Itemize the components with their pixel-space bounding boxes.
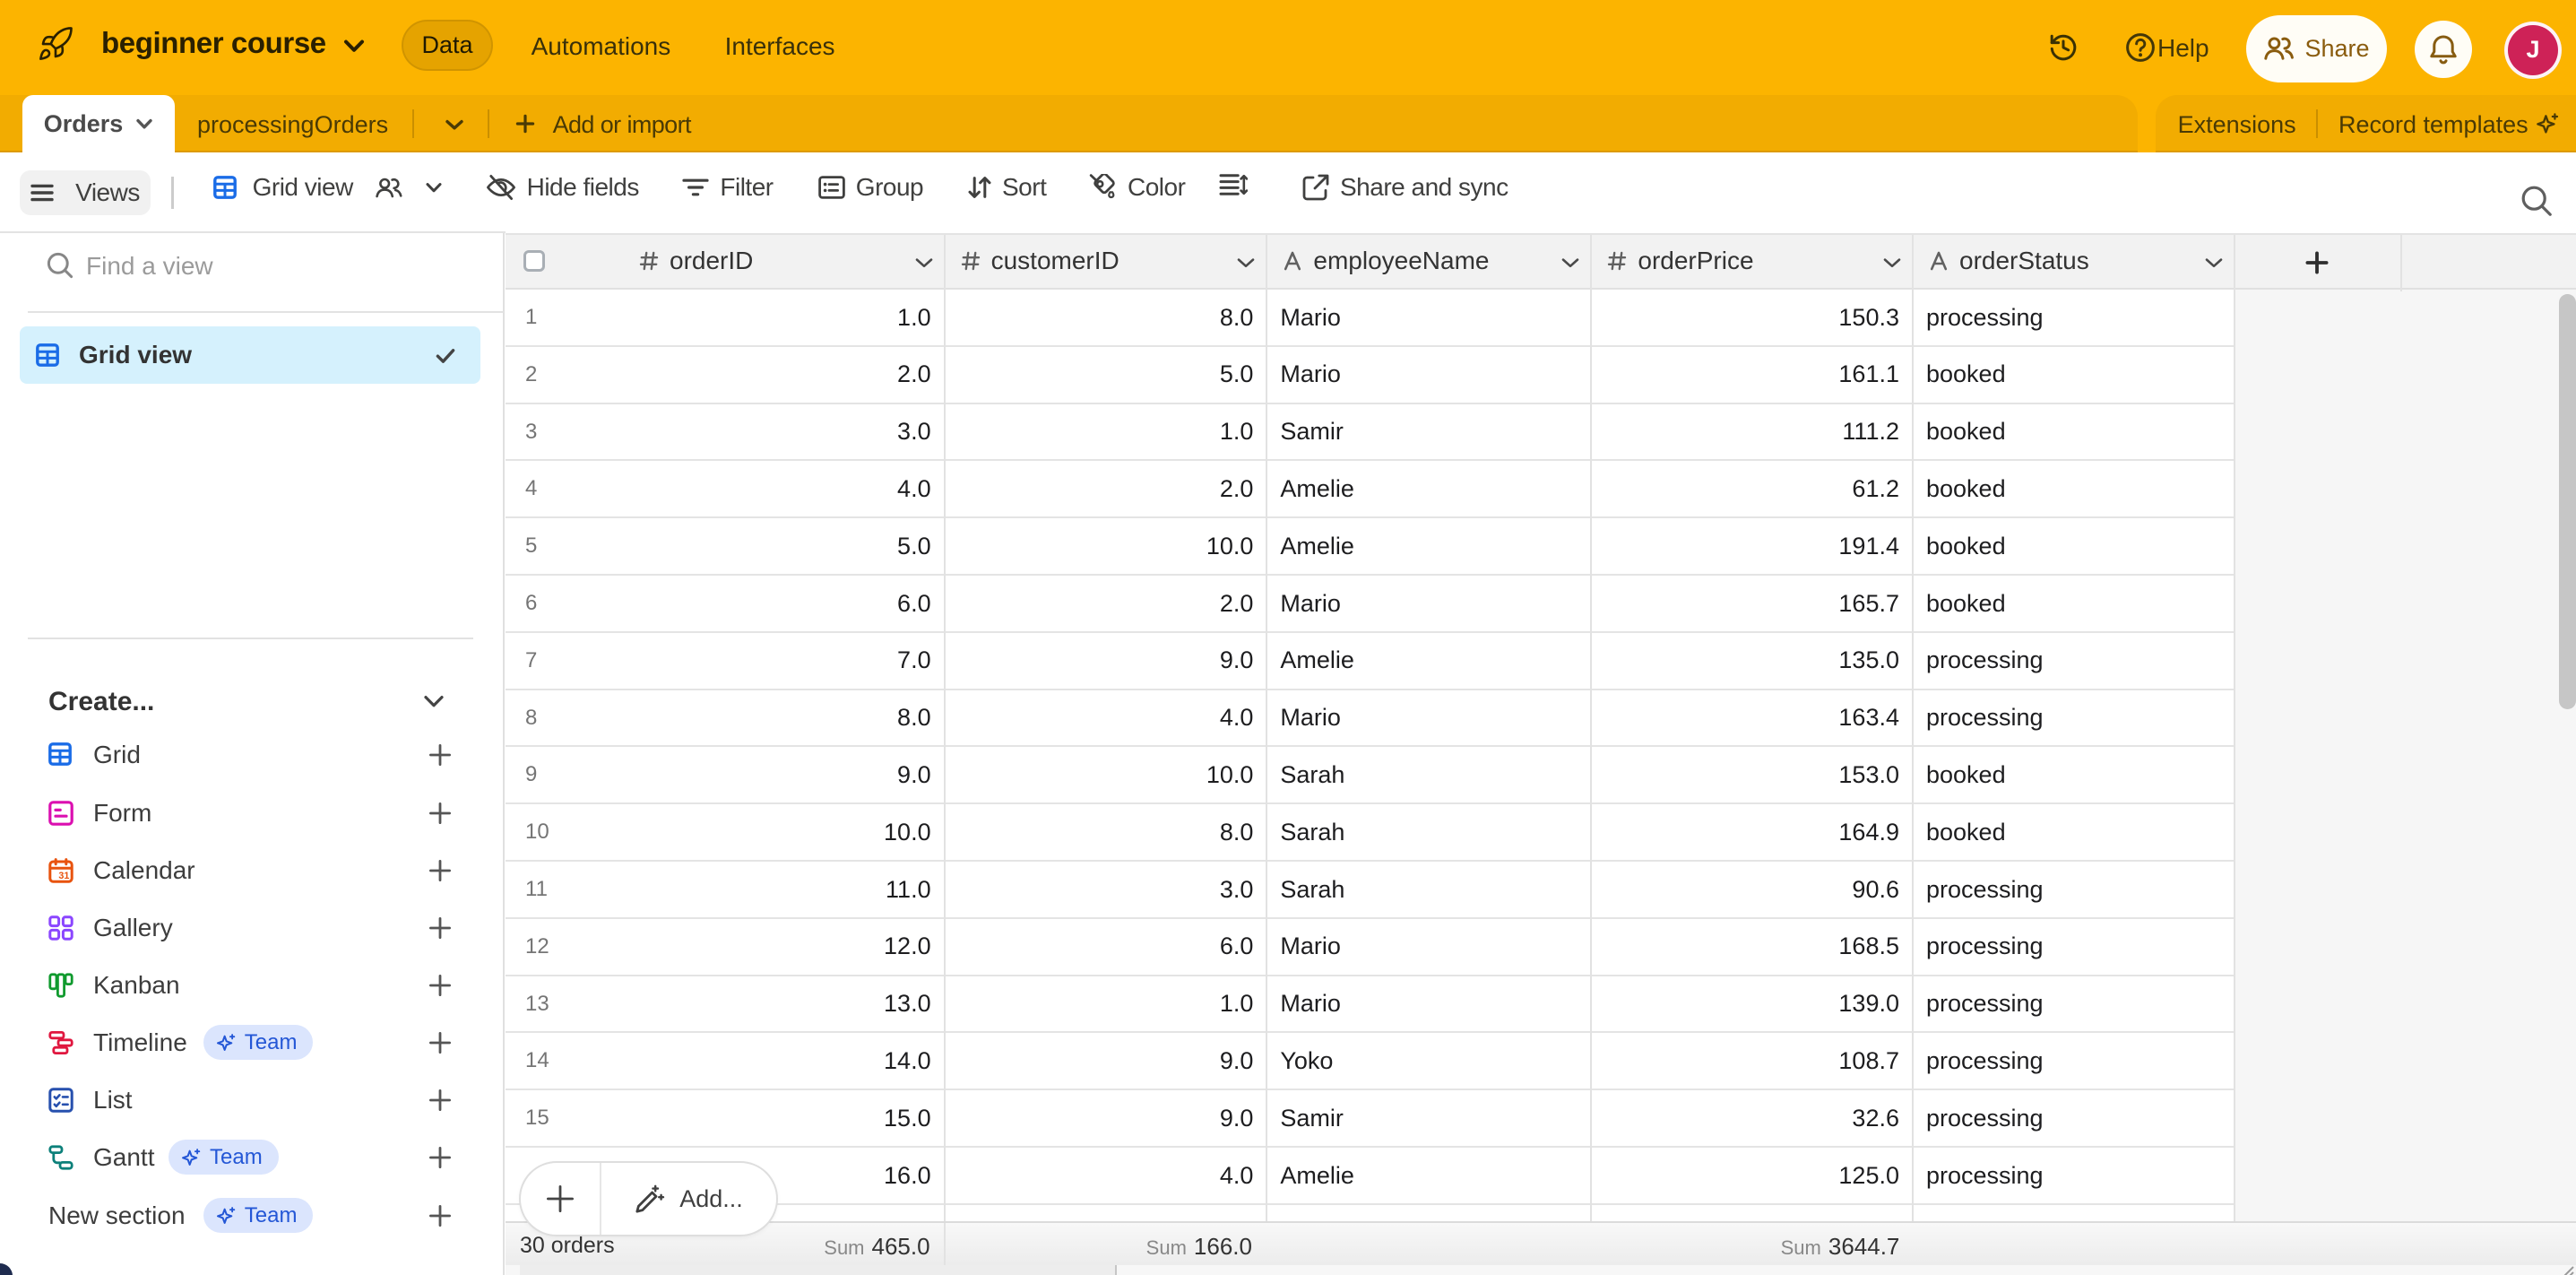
svg-text:31: 31 (58, 871, 69, 881)
